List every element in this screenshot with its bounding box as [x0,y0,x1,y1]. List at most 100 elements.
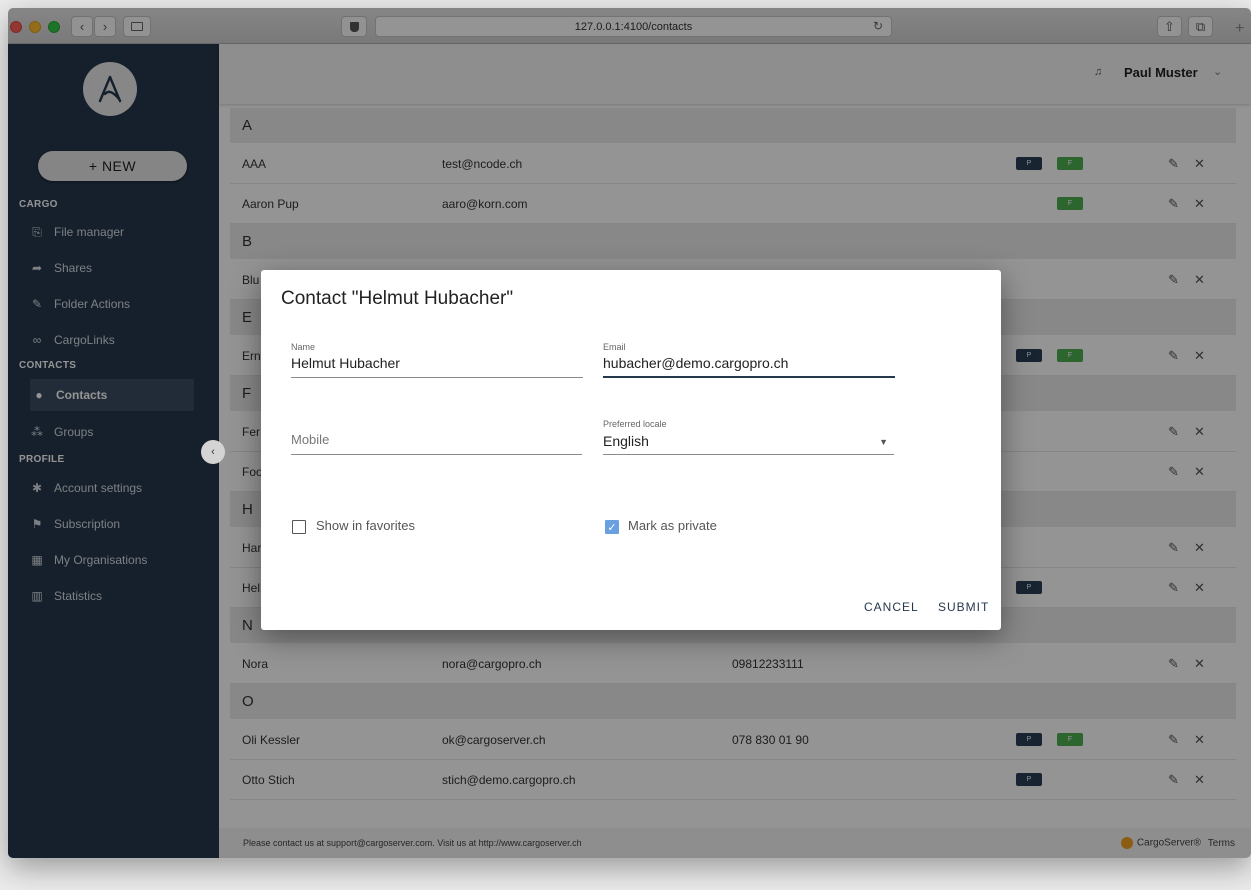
email-value: hubacher@demo.cargopro.ch [603,355,789,371]
edit-contact-icon[interactable]: ✎ [1168,196,1179,212]
privacy-report-button[interactable] [341,16,367,37]
forward-button[interactable]: › [94,16,116,37]
edit-contact-icon[interactable]: ✎ [1168,348,1179,364]
terms-link[interactable]: Terms [1208,838,1235,849]
private-badge: P [1016,733,1042,746]
dropdown-arrow-icon: ▼ [879,437,888,447]
table-row[interactable]: Otto Stich stich@demo.cargopro.ch P ✎ ✕ [230,760,1236,800]
contact-name: Har [242,540,262,555]
sidebar-item-cargolinks[interactable]: ∞ CargoLinks [8,324,219,356]
table-row[interactable]: Nora nora@cargopro.ch 09812233111 ✎ ✕ [230,644,1236,684]
sidebar-item-label: Groups [54,425,94,439]
share-button[interactable]: ⇧ [1157,16,1182,37]
section-contacts: CONTACTS [19,360,77,371]
zoom-window-button[interactable] [48,21,60,33]
mobile-field[interactable]: Mobile [291,425,582,455]
edit-contact-icon[interactable]: ✎ [1168,156,1179,172]
private-badge: P [1016,581,1042,594]
sidebar-item-contacts[interactable]: ● Contacts [30,379,194,411]
contact-email: ok@cargoserver.ch [442,732,546,747]
private-badge: P [1016,349,1042,362]
new-button[interactable]: + NEW [38,151,187,181]
sidebar-item-account-settings[interactable]: ✱ Account settings [8,472,219,504]
sidebar-toggle-icon [131,22,143,31]
bell-icon[interactable]: ♫ [1094,66,1102,78]
new-tab-button[interactable]: + [1235,20,1251,38]
sidebar-item-label: My Organisations [54,553,148,567]
sidebar: + NEW CARGO ⎘ File manager ➦ Shares ✎ Fo… [8,44,219,858]
footer-right: CargoServer® Terms [1120,837,1235,849]
contact-name: AAA [242,156,267,171]
email-field[interactable]: Email hubacher@demo.cargopro.ch [603,342,895,378]
locale-value: English [603,433,649,449]
remove-contact-icon[interactable]: ✕ [1194,540,1205,556]
private-label[interactable]: Mark as private [628,518,717,533]
collapse-sidebar-button[interactable]: ‹ [201,440,225,464]
sidebar-item-folder-actions[interactable]: ✎ Folder Actions [8,288,219,320]
sidebar-toggle-button[interactable] [123,16,151,37]
remove-contact-icon[interactable]: ✕ [1194,464,1205,480]
group-header: A [230,108,1236,144]
reload-icon[interactable]: ↻ [873,19,883,33]
table-row[interactable]: Oli Kessler ok@cargoserver.ch 078 830 01 9… [230,720,1236,760]
sidebar-item-my-organisations[interactable]: ▦ My Organisations [8,544,219,576]
sidebar-item-groups[interactable]: ⁂ Groups [8,416,219,448]
edit-contact-icon[interactable]: ✎ [1168,540,1179,556]
contact-name: Hel [242,580,261,595]
edit-contact-icon[interactable]: ✎ [1168,732,1179,748]
remove-contact-icon[interactable]: ✕ [1194,348,1205,364]
table-row[interactable]: Aaron Pup aaro@korn.com F ✎ ✕ [230,184,1236,224]
contact-email: test@ncode.ch [442,156,523,171]
gear-icon: ✱ [31,481,43,495]
contact-name: Nora [242,656,269,671]
contact-email: nora@cargopro.ch [442,656,542,671]
contact-icon: ● [35,388,43,402]
edit-contact-icon[interactable]: ✎ [1168,272,1179,288]
locale-select[interactable]: Preferred locale English ▼ [603,419,894,455]
favorite-badge: F [1057,349,1083,362]
remove-contact-icon[interactable]: ✕ [1194,580,1205,596]
name-field[interactable]: Name Helmut Hubacher [291,342,583,378]
minimize-window-button[interactable] [29,21,41,33]
remove-contact-icon[interactable]: ✕ [1194,424,1205,440]
sidebar-item-shares[interactable]: ➦ Shares [8,252,219,284]
remove-contact-icon[interactable]: ✕ [1194,156,1205,172]
favorites-checkbox[interactable] [292,520,306,534]
sidebar-item-label: Shares [54,261,93,275]
remove-contact-icon[interactable]: ✕ [1194,196,1205,212]
remove-contact-icon[interactable]: ✕ [1194,656,1205,672]
contact-email: stich@demo.cargopro.ch [442,772,576,787]
submit-button[interactable]: SUBMIT [938,600,989,614]
edit-contact-icon[interactable]: ✎ [1168,464,1179,480]
sidebar-item-subscription[interactable]: ⚑ Subscription [8,508,219,540]
favorites-label[interactable]: Show in favorites [316,518,415,533]
address-bar[interactable]: 127.0.0.1:4100/contacts ↻ [375,16,892,37]
edit-contact-icon[interactable]: ✎ [1168,772,1179,788]
browser-window: ‹ › 127.0.0.1:4100/contacts ↻ ⇧ ⧉ + + NE… [8,8,1251,858]
app-logo[interactable] [83,62,137,116]
building-icon: ▦ [31,553,43,567]
locale-label: Preferred locale [603,419,667,429]
group-header: O [230,684,1236,720]
back-button[interactable]: ‹ [71,16,93,37]
remove-contact-icon[interactable]: ✕ [1194,772,1205,788]
section-cargo: CARGO [19,199,58,210]
remove-contact-icon[interactable]: ✕ [1194,732,1205,748]
sidebar-item-file-manager[interactable]: ⎘ File manager [8,216,219,248]
cancel-button[interactable]: CANCEL [864,600,919,614]
contact-phone: 09812233111 [732,656,804,671]
tabs-overview-button[interactable]: ⧉ [1188,16,1213,37]
checkmark-icon: ✓ [607,521,617,534]
edit-contact-icon[interactable]: ✎ [1168,580,1179,596]
edit-contact-icon[interactable]: ✎ [1168,656,1179,672]
table-row[interactable]: AAA test@ncode.ch P F ✎ ✕ [230,144,1236,184]
private-checkbox[interactable]: ✓ [605,520,619,534]
contact-dialog: Contact "Helmut Hubacher" Name Helmut Hu… [261,270,1001,630]
edit-contact-icon[interactable]: ✎ [1168,424,1179,440]
close-window-button[interactable] [10,21,22,33]
remove-contact-icon[interactable]: ✕ [1194,272,1205,288]
chevron-down-icon[interactable]: ⌄ [1213,65,1222,78]
sidebar-item-statistics[interactable]: ▥ Statistics [8,580,219,612]
contact-phone: 078 830 01 90 [732,732,809,747]
user-menu[interactable]: Paul Muster [1124,65,1198,80]
